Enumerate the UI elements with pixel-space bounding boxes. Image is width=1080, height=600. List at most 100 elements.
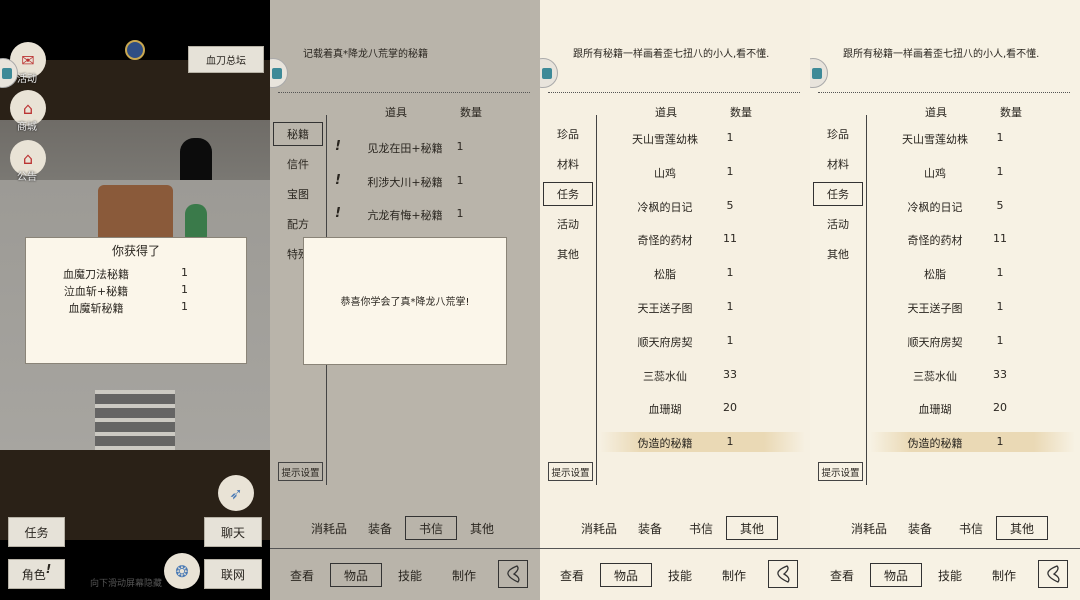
- sub-tab[interactable]: 消耗品: [843, 516, 895, 540]
- sprint-icon[interactable]: ➶: [218, 475, 254, 511]
- item-row[interactable]: 三蕊水仙 33: [870, 365, 1075, 385]
- item-name: 天王送子图: [907, 302, 963, 315]
- main-tab[interactable]: 查看: [546, 563, 598, 587]
- sub-tab[interactable]: 消耗品: [303, 516, 355, 540]
- side-tab[interactable]: 珍品: [543, 122, 593, 146]
- main-tab[interactable]: 技能: [654, 563, 706, 587]
- side-tab[interactable]: 材料: [813, 152, 863, 176]
- main-tab[interactable]: 物品: [600, 563, 652, 587]
- item-row[interactable]: 三蕊水仙 33: [600, 365, 805, 385]
- side-tab[interactable]: 信件: [273, 152, 323, 176]
- inventory-panel-quest: 跟所有秘籍一样画着歪七扭八的小人,看不懂. 道具 数量 珍品 材料 任务 活动 其他 天山雪莲幼…: [540, 0, 810, 600]
- item-row[interactable]: 顺天府房契 1: [870, 331, 1075, 351]
- item-row[interactable]: 天王送子图 1: [600, 297, 805, 317]
- sub-tab[interactable]: 书信: [675, 516, 727, 540]
- item-row[interactable]: ! 亢龙有悔+秘籍 1: [330, 204, 535, 224]
- sub-tab[interactable]: 其他: [726, 516, 778, 540]
- cave-entrance: [180, 138, 212, 180]
- inventory-panel-quest-2: 跟所有秘籍一样画着歪七扭八的小人,看不懂. 道具 数量 珍品 材料 任务 活动 其他 天山雪莲幼…: [810, 0, 1080, 600]
- item-name: 血珊瑚: [648, 403, 682, 417]
- sub-tab[interactable]: 装备: [354, 516, 406, 540]
- side-tab[interactable]: 其他: [543, 242, 593, 266]
- notice-label: 公告: [17, 172, 37, 183]
- sub-tab[interactable]: 装备: [624, 516, 676, 540]
- item-row[interactable]: 冷枫的日记 5: [870, 196, 1075, 216]
- sub-tab[interactable]: 书信: [405, 516, 457, 540]
- item-qty: 1: [726, 266, 734, 280]
- sub-tab[interactable]: 其他: [996, 516, 1048, 540]
- item-qty: 33: [993, 367, 1007, 381]
- side-tab[interactable]: 活动: [813, 212, 863, 236]
- main-tab[interactable]: 制作: [978, 563, 1030, 587]
- item-row[interactable]: 天王送子图 1: [870, 297, 1075, 317]
- item-name: 伪造的秘籍: [637, 437, 693, 451]
- back-button[interactable]: [768, 560, 798, 588]
- chat-button[interactable]: 聊天: [204, 517, 262, 547]
- item-row[interactable]: 天山雪莲幼株 1: [870, 128, 1075, 148]
- item-qty: 1: [726, 435, 734, 449]
- main-tab[interactable]: 技能: [924, 563, 976, 587]
- floating-assistant-icon[interactable]: [810, 58, 828, 88]
- column-header-item: 道具: [385, 106, 407, 119]
- stage-platform: [95, 390, 175, 450]
- main-tab[interactable]: 物品: [870, 563, 922, 587]
- sub-tab[interactable]: 消耗品: [573, 516, 625, 540]
- quest-button[interactable]: 任务: [8, 517, 65, 547]
- item-row[interactable]: 伪造的秘籍 1: [600, 432, 805, 453]
- back-button[interactable]: [498, 560, 528, 588]
- item-name: 山鸡: [654, 166, 676, 180]
- floating-assistant-icon[interactable]: [270, 58, 288, 88]
- moon-icon[interactable]: [125, 40, 145, 60]
- hint-settings-button[interactable]: 提示设置: [548, 462, 593, 481]
- item-row[interactable]: 顺天府房契 1: [600, 331, 805, 351]
- side-tab[interactable]: 珍品: [813, 122, 863, 146]
- item-row[interactable]: 山鸡 1: [600, 162, 805, 182]
- item-row[interactable]: ! 见龙在田+秘籍 1: [330, 137, 535, 157]
- back-button[interactable]: [1038, 560, 1068, 588]
- item-row[interactable]: 冷枫的日记 5: [600, 196, 805, 216]
- reward-row: 血魔刀法秘籍 1: [26, 266, 246, 283]
- item-row[interactable]: 松脂 1: [600, 263, 805, 283]
- item-qty: 1: [996, 131, 1004, 144]
- side-tab[interactable]: 宝图: [273, 182, 323, 206]
- back-arrow-icon: [777, 565, 790, 583]
- tab-divider: [810, 548, 1080, 549]
- item-row[interactable]: 血珊瑚 20: [870, 398, 1075, 418]
- main-tab[interactable]: 查看: [276, 563, 328, 587]
- item-name: 伪造的秘籍: [907, 437, 963, 451]
- side-tab[interactable]: 活动: [543, 212, 593, 236]
- item-row[interactable]: ! 利涉大川+秘籍 1: [330, 171, 535, 191]
- main-tab[interactable]: 制作: [708, 563, 760, 587]
- meditate-icon[interactable]: ❂: [164, 553, 200, 589]
- side-tab[interactable]: 任务: [543, 182, 593, 206]
- item-row[interactable]: 奇怪的药材 11: [600, 229, 805, 249]
- side-tab[interactable]: 配方: [273, 212, 323, 236]
- item-row[interactable]: 松脂 1: [870, 263, 1075, 283]
- hint-settings-button[interactable]: 提示设置: [278, 462, 323, 481]
- item-row[interactable]: 伪造的秘籍 1: [870, 432, 1075, 453]
- floating-assistant-icon[interactable]: [540, 58, 558, 88]
- item-row[interactable]: 天山雪莲幼株 1: [600, 128, 805, 148]
- sub-tab[interactable]: 装备: [894, 516, 946, 540]
- side-tab[interactable]: 其他: [813, 242, 863, 266]
- main-tab[interactable]: 查看: [816, 563, 868, 587]
- column-header-qty: 数量: [730, 106, 752, 119]
- sub-tab[interactable]: 书信: [945, 516, 997, 540]
- column-header-qty: 数量: [460, 106, 482, 119]
- hint-settings-button[interactable]: 提示设置: [818, 462, 863, 481]
- item-qty: 1: [456, 140, 464, 153]
- item-row[interactable]: 奇怪的药材 11: [870, 229, 1075, 249]
- side-tab[interactable]: 材料: [543, 152, 593, 176]
- network-button[interactable]: 联网: [204, 559, 262, 589]
- sub-tab[interactable]: 其他: [456, 516, 508, 540]
- side-tab[interactable]: 秘籍: [273, 122, 323, 146]
- item-row[interactable]: 血珊瑚 20: [600, 398, 805, 418]
- main-tab[interactable]: 物品: [330, 563, 382, 587]
- item-row[interactable]: 山鸡 1: [870, 162, 1075, 182]
- character-button[interactable]: 角色!: [8, 559, 65, 589]
- character-label: 角色: [21, 567, 46, 582]
- location-button[interactable]: 血刀总坛: [188, 46, 264, 73]
- main-tab[interactable]: 制作: [438, 563, 490, 587]
- main-tab[interactable]: 技能: [384, 563, 436, 587]
- side-tab[interactable]: 任务: [813, 182, 863, 206]
